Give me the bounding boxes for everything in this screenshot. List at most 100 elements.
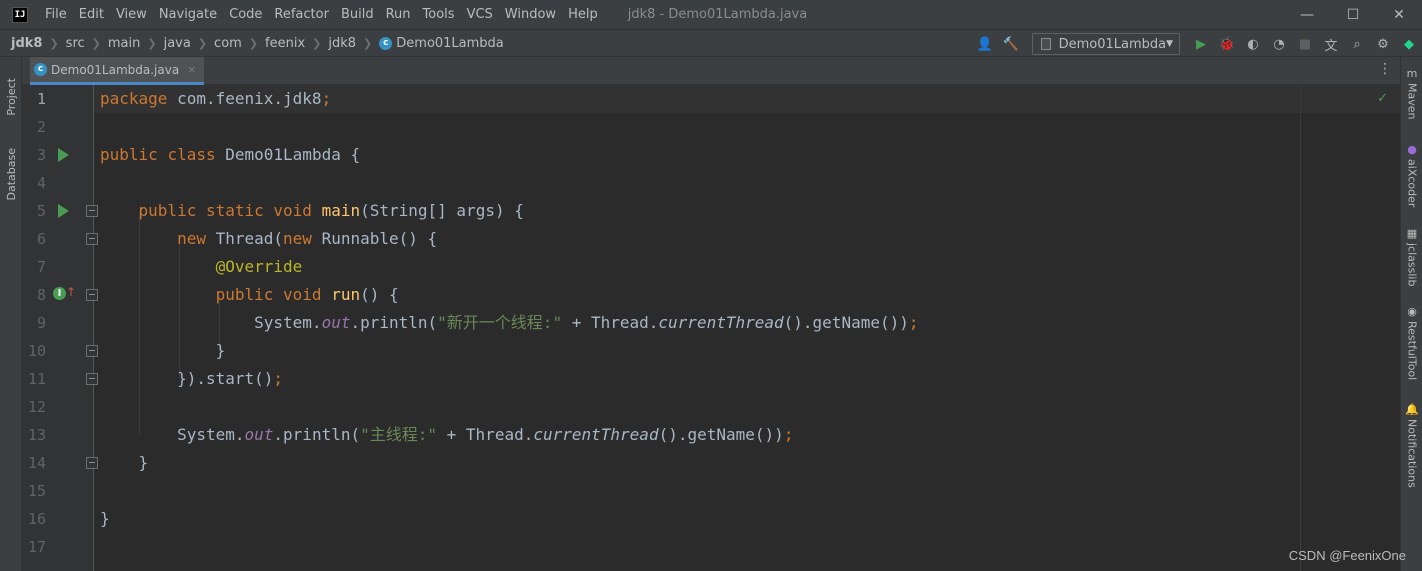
field-name: out bbox=[321, 313, 351, 332]
arrow-up-icon: ↑ bbox=[66, 285, 77, 299]
menu-run[interactable]: Run bbox=[380, 0, 417, 29]
aixcoder-tool-tab[interactable]: ● aiXcoder bbox=[1401, 143, 1422, 207]
menu-view[interactable]: View bbox=[110, 0, 153, 29]
code-line-5: 5 public static void main(String[] args)… bbox=[22, 197, 1400, 225]
profile-icon[interactable]: ◔ bbox=[1268, 33, 1290, 55]
fold-icon[interactable] bbox=[86, 373, 98, 385]
menu-help[interactable]: Help bbox=[562, 0, 604, 29]
stop-icon[interactable]: ■ bbox=[1294, 33, 1316, 55]
debug-icon[interactable]: 🐞 bbox=[1216, 33, 1238, 55]
fold-icon[interactable] bbox=[86, 205, 98, 217]
run-icon[interactable]: ▶ bbox=[1190, 33, 1212, 55]
fold-icon[interactable] bbox=[86, 345, 98, 357]
coverage-icon[interactable]: ◐ bbox=[1242, 33, 1264, 55]
translate-icon[interactable]: 文 bbox=[1320, 33, 1342, 55]
more-vertical-icon[interactable]: ⋮ bbox=[1378, 61, 1392, 77]
breadcrumb-class[interactable]: Demo01Lambda bbox=[396, 36, 504, 51]
line-number: 4 bbox=[36, 174, 46, 192]
chevron-right-icon: ❯ bbox=[147, 36, 157, 50]
code-text: public static void main(String[] args) { bbox=[100, 197, 524, 225]
java-class-icon: c bbox=[379, 36, 393, 50]
close-button[interactable]: ✕ bbox=[1376, 0, 1422, 29]
code-line-9: 9 System.out.println("新开一个线程:" + Thread.… bbox=[22, 309, 1400, 337]
maven-tool-tab[interactable]: m Maven bbox=[1401, 67, 1422, 119]
close-tab-icon[interactable]: × bbox=[187, 63, 196, 76]
override-icon[interactable]: I bbox=[53, 287, 66, 300]
breadcrumb-jdk8[interactable]: jdk8 bbox=[328, 36, 356, 51]
fold-icon[interactable] bbox=[86, 457, 98, 469]
menu-file[interactable]: File bbox=[39, 0, 73, 29]
jclasslib-tool-tab[interactable]: ▦ jclasslib bbox=[1401, 227, 1422, 286]
notifications-tool-label: Notifications bbox=[1405, 419, 1419, 488]
menu-navigate[interactable]: Navigate bbox=[153, 0, 223, 29]
maven-icon: m bbox=[1406, 67, 1418, 80]
code-segment: Runnable() { bbox=[311, 229, 438, 248]
code-segment: System. bbox=[177, 425, 245, 444]
search-icon[interactable]: ⌕ bbox=[1346, 33, 1368, 55]
line-number: 13 bbox=[27, 426, 46, 444]
breadcrumb-java[interactable]: java bbox=[164, 36, 191, 51]
settings-icon[interactable]: ⚙ bbox=[1372, 33, 1394, 55]
fold-icon[interactable] bbox=[86, 233, 98, 245]
run-configuration-select[interactable]: Demo01Lambda ▼ bbox=[1032, 33, 1180, 55]
breadcrumb-src[interactable]: src bbox=[66, 36, 85, 51]
string-literal: "新开一个线程:" bbox=[437, 313, 563, 332]
fold-icon[interactable] bbox=[86, 289, 98, 301]
code-segment: } bbox=[100, 509, 110, 528]
tab-demo01lambda[interactable]: c Demo01Lambda.java × bbox=[30, 57, 205, 85]
menu-vcs[interactable]: VCS bbox=[461, 0, 499, 29]
maximize-button[interactable]: ☐ bbox=[1330, 0, 1376, 29]
menu-tools[interactable]: Tools bbox=[417, 0, 461, 29]
line-number: 16 bbox=[27, 510, 46, 528]
watermark: CSDN @FeenixOne bbox=[1288, 548, 1406, 563]
chevron-right-icon: ❯ bbox=[248, 36, 259, 50]
project-tool-tab[interactable]: Project bbox=[0, 65, 22, 129]
code-segment: .println( bbox=[273, 425, 361, 444]
chevron-right-icon: ❯ bbox=[363, 36, 373, 50]
notifications-tool-tab[interactable]: 🔔 Notifications bbox=[1401, 403, 1422, 488]
keyword: public void bbox=[215, 285, 322, 304]
menu-refactor[interactable]: Refactor bbox=[268, 0, 335, 29]
line-number: 1 bbox=[36, 90, 46, 108]
minimize-button[interactable]: — bbox=[1284, 0, 1330, 29]
code-line-17: 17 bbox=[22, 533, 1400, 561]
run-class-icon[interactable] bbox=[58, 148, 69, 162]
code-segment: + Thread. bbox=[562, 313, 659, 332]
menu-build[interactable]: Build bbox=[335, 0, 380, 29]
code-editor[interactable]: 1 package com.feenix.jdk8; 2 3 public cl… bbox=[22, 85, 1400, 571]
code-segment: Thread( bbox=[205, 229, 284, 248]
menu-code[interactable]: Code bbox=[223, 0, 268, 29]
menu-window[interactable]: Window bbox=[499, 0, 562, 29]
code-text: package com.feenix.jdk8; bbox=[100, 85, 331, 113]
method-name: main bbox=[321, 201, 361, 220]
annotation: @Override bbox=[215, 257, 303, 276]
breadcrumb-com[interactable]: com bbox=[214, 36, 242, 51]
code-line-8: 8 I ↑ public void run() { bbox=[22, 281, 1400, 309]
menu-edit[interactable]: Edit bbox=[73, 0, 110, 29]
code-segment: }).start() bbox=[177, 369, 274, 388]
code-line-15: 15 bbox=[22, 477, 1400, 505]
semicolon: ; bbox=[783, 425, 794, 444]
code-text: }).start(); bbox=[100, 365, 283, 393]
breadcrumb-project[interactable]: jdk8 bbox=[11, 36, 42, 51]
breadcrumb-feenix[interactable]: feenix bbox=[265, 36, 305, 51]
window-title: jdk8 - Demo01Lambda.java bbox=[627, 7, 808, 22]
build-hammer-icon[interactable]: 🔨 bbox=[1000, 33, 1022, 55]
run-config-icon bbox=[1041, 38, 1051, 50]
menu-bar: File Edit View Navigate Code Refactor Bu… bbox=[39, 0, 604, 29]
user-icon[interactable]: 👤 bbox=[974, 33, 996, 55]
intellij-logo-icon[interactable]: IJ bbox=[12, 6, 28, 23]
aixcoder-icon: ● bbox=[1407, 143, 1417, 156]
restfultool-tool-tab[interactable]: ◉ RestfulTool bbox=[1401, 305, 1422, 380]
keyword: public bbox=[100, 145, 158, 164]
bell-icon: 🔔 bbox=[1405, 403, 1419, 416]
aixcoder-tool-label: aiXcoder bbox=[1405, 159, 1419, 208]
run-main-icon[interactable] bbox=[58, 204, 69, 218]
database-tool-tab[interactable]: Database bbox=[0, 139, 22, 209]
line-number: 7 bbox=[36, 258, 46, 276]
jetbrains-toolbox-icon[interactable]: ◆ bbox=[1398, 33, 1420, 55]
chevron-down-icon: ▼ bbox=[1166, 39, 1173, 49]
inspection-ok-icon[interactable]: ✓ bbox=[1377, 91, 1388, 106]
breadcrumb-main[interactable]: main bbox=[108, 36, 140, 51]
code-line-2: 2 bbox=[22, 113, 1400, 141]
